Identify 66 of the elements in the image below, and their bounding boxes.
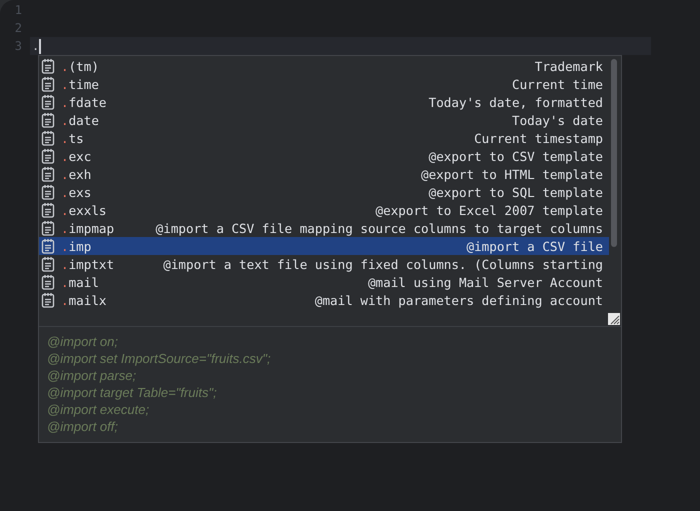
- notepad-icon: [41, 184, 55, 200]
- item-description: @mail using Mail Server Account: [368, 274, 603, 290]
- item-description: Current timestamp: [474, 130, 603, 146]
- code-sample-line: @import on;: [47, 333, 119, 350]
- notepad-icon: [41, 148, 55, 164]
- item-name: .exs: [61, 184, 92, 200]
- completion-item[interactable]: .mail @mail using Mail Server Account: [39, 273, 609, 291]
- item-description: @mail with parameters defining account: [314, 292, 603, 308]
- completion-item[interactable]: .ts Current timestamp: [39, 129, 609, 147]
- completion-item[interactable]: .exh @export to HTML template: [39, 165, 609, 183]
- code-sample-line: @import execute;: [47, 401, 150, 418]
- code-sample-line: @import parse;: [47, 367, 138, 384]
- completion-item[interactable]: .mailx @mail with parameters defining account: [39, 291, 609, 309]
- item-name: .imp: [61, 238, 92, 254]
- item-name: .exxls: [61, 202, 108, 218]
- notepad-icon: [41, 292, 55, 308]
- notepad-icon: [41, 58, 55, 74]
- resize-grip-icon[interactable]: [608, 313, 620, 325]
- item-name: .ts: [61, 130, 85, 146]
- notepad-icon: [41, 238, 55, 254]
- item-name: .mailx: [61, 292, 108, 308]
- scrollbar-thumb[interactable]: [611, 59, 617, 247]
- item-name: .exc: [61, 148, 92, 164]
- notepad-icon: [41, 166, 55, 182]
- item-description: @import a text file using fixed columns. (Columns starting: [163, 256, 603, 272]
- item-description: Today's date, formatted: [428, 94, 603, 110]
- completion-item[interactable]: .time Current time: [39, 75, 609, 93]
- item-description: @import a CSV file: [466, 238, 603, 254]
- completion-item[interactable]: .imptxt @import a text file using fixed columns. (Columns starting: [39, 255, 609, 273]
- item-description: Current time: [512, 76, 603, 92]
- item-description: @export to HTML template: [421, 166, 603, 182]
- completion-item[interactable]: .fdate Today's date, formatted: [39, 93, 609, 111]
- item-name: .fdate: [61, 94, 108, 110]
- notepad-icon: [41, 274, 55, 290]
- text-caret: [39, 38, 41, 54]
- item-name: .time: [61, 76, 100, 92]
- notepad-icon: [41, 202, 55, 218]
- item-name: .imptxt: [61, 256, 114, 272]
- item-description: @export to SQL template: [428, 184, 603, 200]
- code-text: .: [32, 39, 40, 53]
- code-sample-line: @import target Table="fruits";: [47, 384, 218, 401]
- item-name: .mail: [61, 274, 100, 290]
- item-name: .date: [61, 112, 100, 128]
- completion-item[interactable]: .(tm) Trademark: [39, 57, 609, 75]
- item-name: .exh: [61, 166, 92, 182]
- completion-item[interactable]: .imp @import a CSV file: [39, 237, 609, 255]
- item-name: .impmap: [61, 220, 114, 236]
- notepad-icon: [41, 256, 55, 272]
- item-description: Trademark: [534, 58, 603, 74]
- item-description: @import a CSV file mapping source columns to target columns: [156, 220, 603, 236]
- notepad-icon: [41, 112, 55, 128]
- completion-item[interactable]: .impmap @import a CSV file mapping source columns to target columns: [39, 219, 609, 237]
- code-sample-line: @import set ImportSource="fruits.csv";: [47, 350, 272, 367]
- notepad-icon: [41, 220, 55, 236]
- notepad-icon: [41, 76, 55, 92]
- item-description: @export to Excel 2007 template: [376, 202, 603, 218]
- item-name: .(tm): [61, 58, 100, 74]
- code-sample-line: @import off;: [47, 418, 119, 435]
- notepad-icon: [41, 94, 55, 110]
- item-description: @export to CSV template: [428, 148, 603, 164]
- completion-item[interactable]: .exc @export to CSV template: [39, 147, 609, 165]
- item-description: Today's date: [512, 112, 603, 128]
- completion-item[interactable]: .exxls @export to Excel 2007 template: [39, 201, 609, 219]
- notepad-icon: [41, 130, 55, 146]
- completion-item[interactable]: .date Today's date: [39, 111, 609, 129]
- completion-item[interactable]: .exs @export to SQL template: [39, 183, 609, 201]
